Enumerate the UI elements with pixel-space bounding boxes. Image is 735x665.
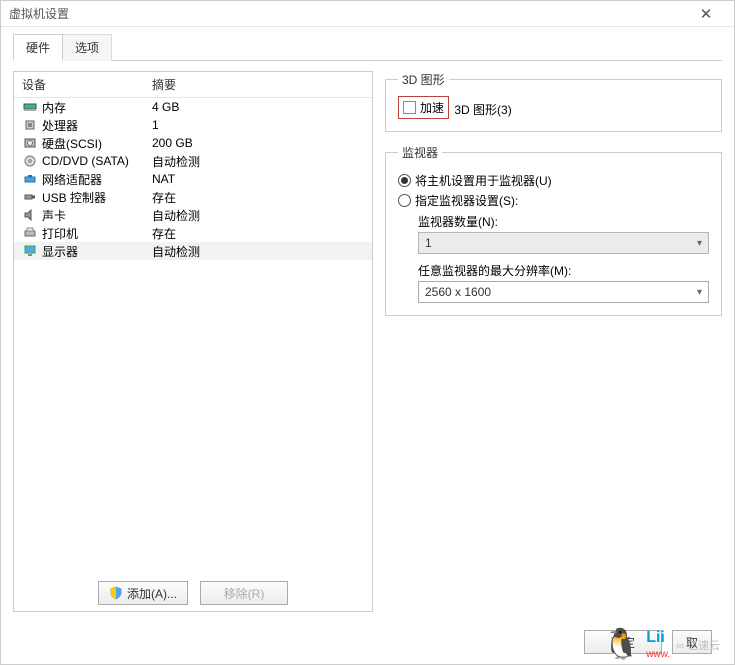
monitor-count-value: 1 [425,236,432,250]
radio-specify[interactable]: 指定监视器设置(S): [398,192,709,209]
net-icon [22,172,38,186]
accel-3d-checkbox[interactable] [403,101,416,114]
tabbar: 硬件 选项 [1,27,734,60]
usb-icon [22,190,38,204]
monitor-count-select[interactable]: 1 ▾ [418,232,709,254]
col-summary: 摘要 [152,76,364,93]
radio-use-host[interactable]: 将主机设置用于监视器(U) [398,172,709,189]
right-panel: 3D 图形 加速 3D 图形(3) 监视器 将主机设置用于监视器(U) 指定监视… [385,71,722,612]
radio-specify-control[interactable] [398,194,411,207]
legend-monitors: 监视器 [398,144,442,161]
max-res-value: 2560 x 1600 [425,285,491,299]
hw-summary: 存在 [152,225,364,242]
max-res-label: 任意监视器的最大分辨率(M): [418,262,709,279]
hw-name: 显示器 [42,243,152,260]
hw-row-display[interactable]: 显示器自动检测 [14,242,372,260]
hw-summary: 4 GB [152,100,364,114]
hw-name: 声卡 [42,207,152,224]
hw-summary: 自动检测 [152,243,364,260]
vm-settings-window: 虚拟机设置 ✕ 硬件 选项 设备 摘要 内存4 GB处理器1硬盘(SCSI)20… [0,0,735,665]
hw-row-usb[interactable]: USB 控制器存在 [14,188,372,206]
hw-name: CD/DVD (SATA) [42,154,152,168]
hw-header: 设备 摘要 [14,72,372,98]
add-label: 添加(A)... [127,585,177,602]
hardware-list[interactable]: 内存4 GB处理器1硬盘(SCSI)200 GBCD/DVD (SATA)自动检… [14,98,372,575]
monitor-count-label: 监视器数量(N): [418,213,709,230]
hw-summary: 1 [152,118,364,132]
radio-specify-label: 指定监视器设置(S): [415,192,518,209]
cpu-icon [22,118,38,132]
ok-button[interactable]: 确定 [584,630,662,654]
printer-icon [22,226,38,240]
sound-icon [22,208,38,222]
hw-name: 网络适配器 [42,171,152,188]
hw-name: 处理器 [42,117,152,134]
hw-name: 打印机 [42,225,152,242]
group-monitors: 监视器 将主机设置用于监视器(U) 指定监视器设置(S): 监视器数量(N): … [385,144,722,316]
hw-summary: 自动检测 [152,153,364,170]
cancel-label: 取 [686,634,698,651]
hw-summary: 自动检测 [152,207,364,224]
hw-name: 硬盘(SCSI) [42,135,152,152]
shield-icon [109,586,123,600]
window-title: 虚拟机设置 [9,5,69,22]
tab-options[interactable]: 选项 [62,34,112,61]
chevron-down-icon: ▾ [697,238,702,249]
monitor-subgroup: 监视器数量(N): 1 ▾ 任意监视器的最大分辨率(M): 2560 x 160… [418,213,709,303]
chevron-down-icon: ▾ [697,287,702,298]
hw-footer-buttons: 添加(A)... 移除(R) [14,575,372,611]
accel-3d-suffix: 3D 图形(3) [454,103,511,117]
accel-3d-highlight: 加速 [398,96,449,119]
hardware-panel: 设备 摘要 内存4 GB处理器1硬盘(SCSI)200 GBCD/DVD (SA… [13,71,373,612]
hw-name: 内存 [42,99,152,116]
hw-name: USB 控制器 [42,189,152,206]
hw-row-printer[interactable]: 打印机存在 [14,224,372,242]
hw-row-net[interactable]: 网络适配器NAT [14,170,372,188]
close-icon[interactable]: ✕ [686,1,726,27]
content-area: 设备 摘要 内存4 GB处理器1硬盘(SCSI)200 GBCD/DVD (SA… [1,61,734,620]
ok-label: 确定 [611,634,635,651]
hw-summary: NAT [152,172,364,186]
display-icon [22,244,38,258]
disk-icon [22,136,38,150]
hw-row-sound[interactable]: 声卡自动检测 [14,206,372,224]
titlebar: 虚拟机设置 ✕ [1,1,734,27]
accel-3d-label: 加速 [420,99,444,116]
remove-label: 移除(R) [224,585,265,602]
legend-3d: 3D 图形 [398,71,449,88]
radio-use-host-label: 将主机设置用于监视器(U) [415,172,552,189]
hw-row-memory[interactable]: 内存4 GB [14,98,372,116]
tab-hardware[interactable]: 硬件 [13,34,63,61]
cancel-button[interactable]: 取 [672,630,712,654]
memory-icon [22,100,38,114]
cd-icon [22,154,38,168]
radio-use-host-control[interactable] [398,174,411,187]
hw-summary: 存在 [152,189,364,206]
hw-row-cpu[interactable]: 处理器1 [14,116,372,134]
max-res-select[interactable]: 2560 x 1600 ▾ [418,281,709,303]
hw-summary: 200 GB [152,136,364,150]
hw-row-disk[interactable]: 硬盘(SCSI)200 GB [14,134,372,152]
group-3d: 3D 图形 加速 3D 图形(3) [385,71,722,132]
add-button[interactable]: 添加(A)... [98,581,188,605]
dialog-footer: 确定 取 🐧 Lii www. ∞ 亿速云 [1,620,734,664]
hw-row-cd[interactable]: CD/DVD (SATA)自动检测 [14,152,372,170]
remove-button[interactable]: 移除(R) [200,581,288,605]
col-device: 设备 [22,76,152,93]
